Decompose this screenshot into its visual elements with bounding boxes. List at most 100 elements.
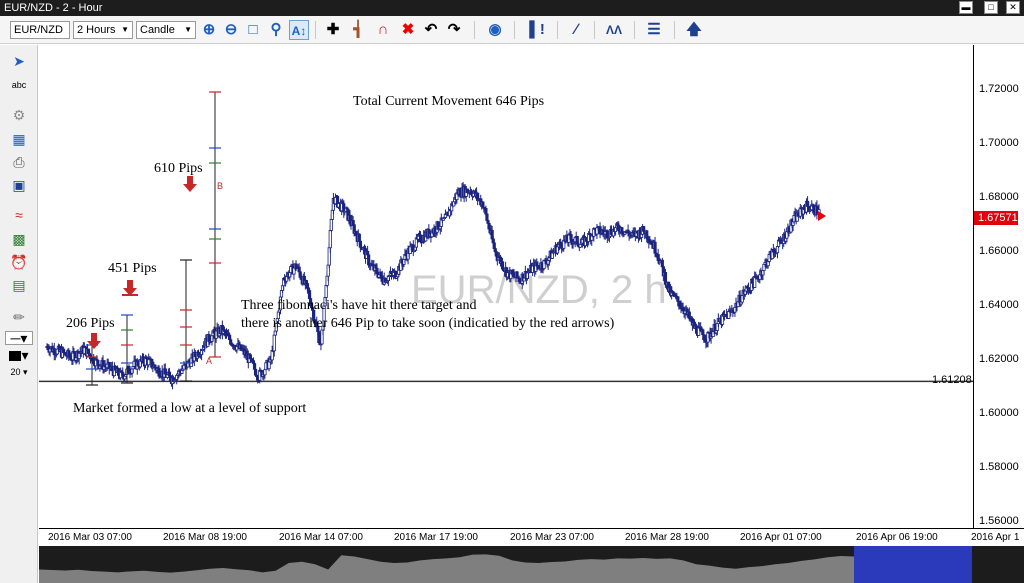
zoom-area-icon[interactable]: □ [243,20,263,40]
toolbar-separator [315,21,316,39]
close-button[interactable]: ✕ [1006,1,1020,14]
zoom-in-icon[interactable]: ⊕ [199,20,219,40]
line-width-value: 20 [10,367,21,377]
point-b-label: B [217,181,224,191]
annotation-fib-line2: there is another 646 Pip to take soon (i… [241,316,615,331]
chart-type-value: Candle [140,24,175,36]
title-bar: EUR/NZD - 2 - Hour ▬ □ ✕ [0,0,1024,16]
indicator-icon[interactable]: ◉ [485,20,505,40]
alarm-icon[interactable]: ⏰ [9,252,29,272]
down-arrow-icon [127,280,133,288]
toolbar-separator [674,21,675,39]
left-tool-panel: ➤ abc ⚙ ▦ ⎙ ▣ ≈ ▩ ⏰ ▤ ✏ ─▾ ▾ 20 ▾ [0,45,38,583]
symbol-selector[interactable]: EUR/NZD [10,21,70,39]
chart-navigator[interactable] [39,546,1024,583]
remove-magnet-icon[interactable]: ∩ [373,20,393,40]
annotation-610-pips: 610 Pips [154,161,203,176]
settings-icon[interactable]: ⚙ [9,105,29,125]
redo-icon[interactable]: ↷ [444,20,464,40]
save-icon[interactable]: ▣ [9,175,29,195]
chart-area[interactable]: EUR/NZD, 2 h Total Current Movement 646 … [39,45,973,528]
annotation-total-movement: Total Current Movement 646 Pips [353,94,545,109]
annotation-451-pips: 451 Pips [108,261,157,276]
chart-type-selector[interactable]: Candle ▼ [136,21,196,39]
delete-icon[interactable]: ✖ [398,20,418,40]
upload-icon[interactable]: 🡅 [684,20,704,40]
timeframe-selector[interactable]: 2 Hours ▼ [73,21,133,39]
time-axis[interactable]: 2016 Mar 03 07:00 2016 Mar 08 19:00 2016… [39,528,1024,546]
timeframe-value: 2 Hours [77,24,116,36]
down-arrow-icon [91,333,97,341]
annotation-206-pips: 206 Pips [66,316,115,331]
time-tick-label: 2016 Mar 08 19:00 [163,532,247,543]
price-tick-label: 1.64000 [979,299,1019,311]
excel-icon[interactable]: ▤ [9,275,29,295]
candle-body [676,296,680,302]
text-icon[interactable]: abc [9,75,29,95]
minimize-button[interactable]: ▬ [959,1,973,14]
price-tick-label: 1.56000 [979,515,1019,527]
current-price-badge: 1.67571 [974,211,1018,225]
candle-body [500,261,505,270]
undo-icon[interactable]: ↶ [421,20,441,40]
show-trades-icon[interactable]: ▌! [527,20,547,40]
color-icon[interactable]: ▾ [5,348,33,362]
template-icon[interactable]: ☰ [644,20,664,40]
chevron-down-icon: ▼ [121,25,129,34]
price-tick-label: 1.68000 [979,191,1019,203]
candle-body [86,348,91,355]
candle-body [328,230,332,249]
time-tick-label: 2016 Mar 03 07:00 [48,532,132,543]
candle-body [248,354,252,360]
current-price-marker [818,211,826,221]
time-tick-label: 2016 Apr 01 07:00 [740,532,822,543]
toolbar: EUR/NZD 2 Hours ▼ Candle ▼ ⊕ ⊖ □ ⚲ A↕ ✚ ┪ … [0,16,1024,44]
navigator-overview[interactable] [39,546,1024,583]
candle-body [357,233,361,242]
time-tick-label: 2016 Mar 17 19:00 [394,532,478,543]
window-title: EUR/NZD - 2 - Hour [4,2,103,14]
auto-scale-icon[interactable]: A↕ [289,20,309,40]
line-width-selector[interactable]: 20 ▾ [5,365,33,379]
candle-body [660,259,664,268]
trendline-icon[interactable]: ∕ [566,20,586,40]
price-tick-label: 1.60000 [979,407,1019,419]
candle-body [304,280,309,284]
zoom-out-icon[interactable]: ⊖ [221,20,241,40]
drawing-tools-icon[interactable]: ΛΛ [604,20,624,40]
indicators-icon[interactable]: ≈ [9,205,29,225]
candle-body [484,208,488,215]
print-icon[interactable]: ⎙ [9,152,29,172]
crosshair-icon[interactable]: ✚ [323,20,343,40]
support-level-label: 1.61208 [932,374,972,386]
time-tick-label: 2016 Mar 28 19:00 [625,532,709,543]
toolbar-separator [594,21,595,39]
magnet-icon[interactable]: ┪ [348,20,368,40]
maximize-button[interactable]: □ [984,1,998,14]
time-tick-label: 2016 Apr 06 19:00 [856,532,938,543]
toolbar-separator [474,21,475,39]
candle-body [329,219,333,231]
candle-body [578,243,582,248]
line-style-icon[interactable]: ─▾ [5,331,33,345]
layout-icon[interactable]: ▦ [9,129,29,149]
chevron-down-icon: ▼ [184,25,192,34]
price-tick-label: 1.70000 [979,137,1019,149]
price-tick-label: 1.62000 [979,353,1019,365]
down-arrow-icon [183,184,197,192]
zoom-reset-icon[interactable]: ⚲ [266,20,286,40]
time-tick-label: 2016 Mar 23 07:00 [510,532,594,543]
down-arrow-icon [187,176,193,184]
toolbar-separator [514,21,515,39]
price-chart[interactable] [39,45,973,528]
time-tick-label: 2016 Mar 14 07:00 [279,532,363,543]
chart-window-icon[interactable]: ▩ [9,229,29,249]
brush-icon[interactable]: ✏ [9,307,29,327]
navigator-window[interactable] [854,546,972,583]
cursor-icon[interactable]: ➤ [9,51,29,71]
toolbar-separator [557,21,558,39]
symbol-value: EUR/NZD [14,24,63,36]
point-a-label: A [206,356,213,366]
price-axis[interactable]: 1.72000 1.70000 1.68000 1.66000 1.64000 … [973,45,1024,528]
annotation-fib-line1: Three fibonnaci's have hit there target … [241,298,477,313]
